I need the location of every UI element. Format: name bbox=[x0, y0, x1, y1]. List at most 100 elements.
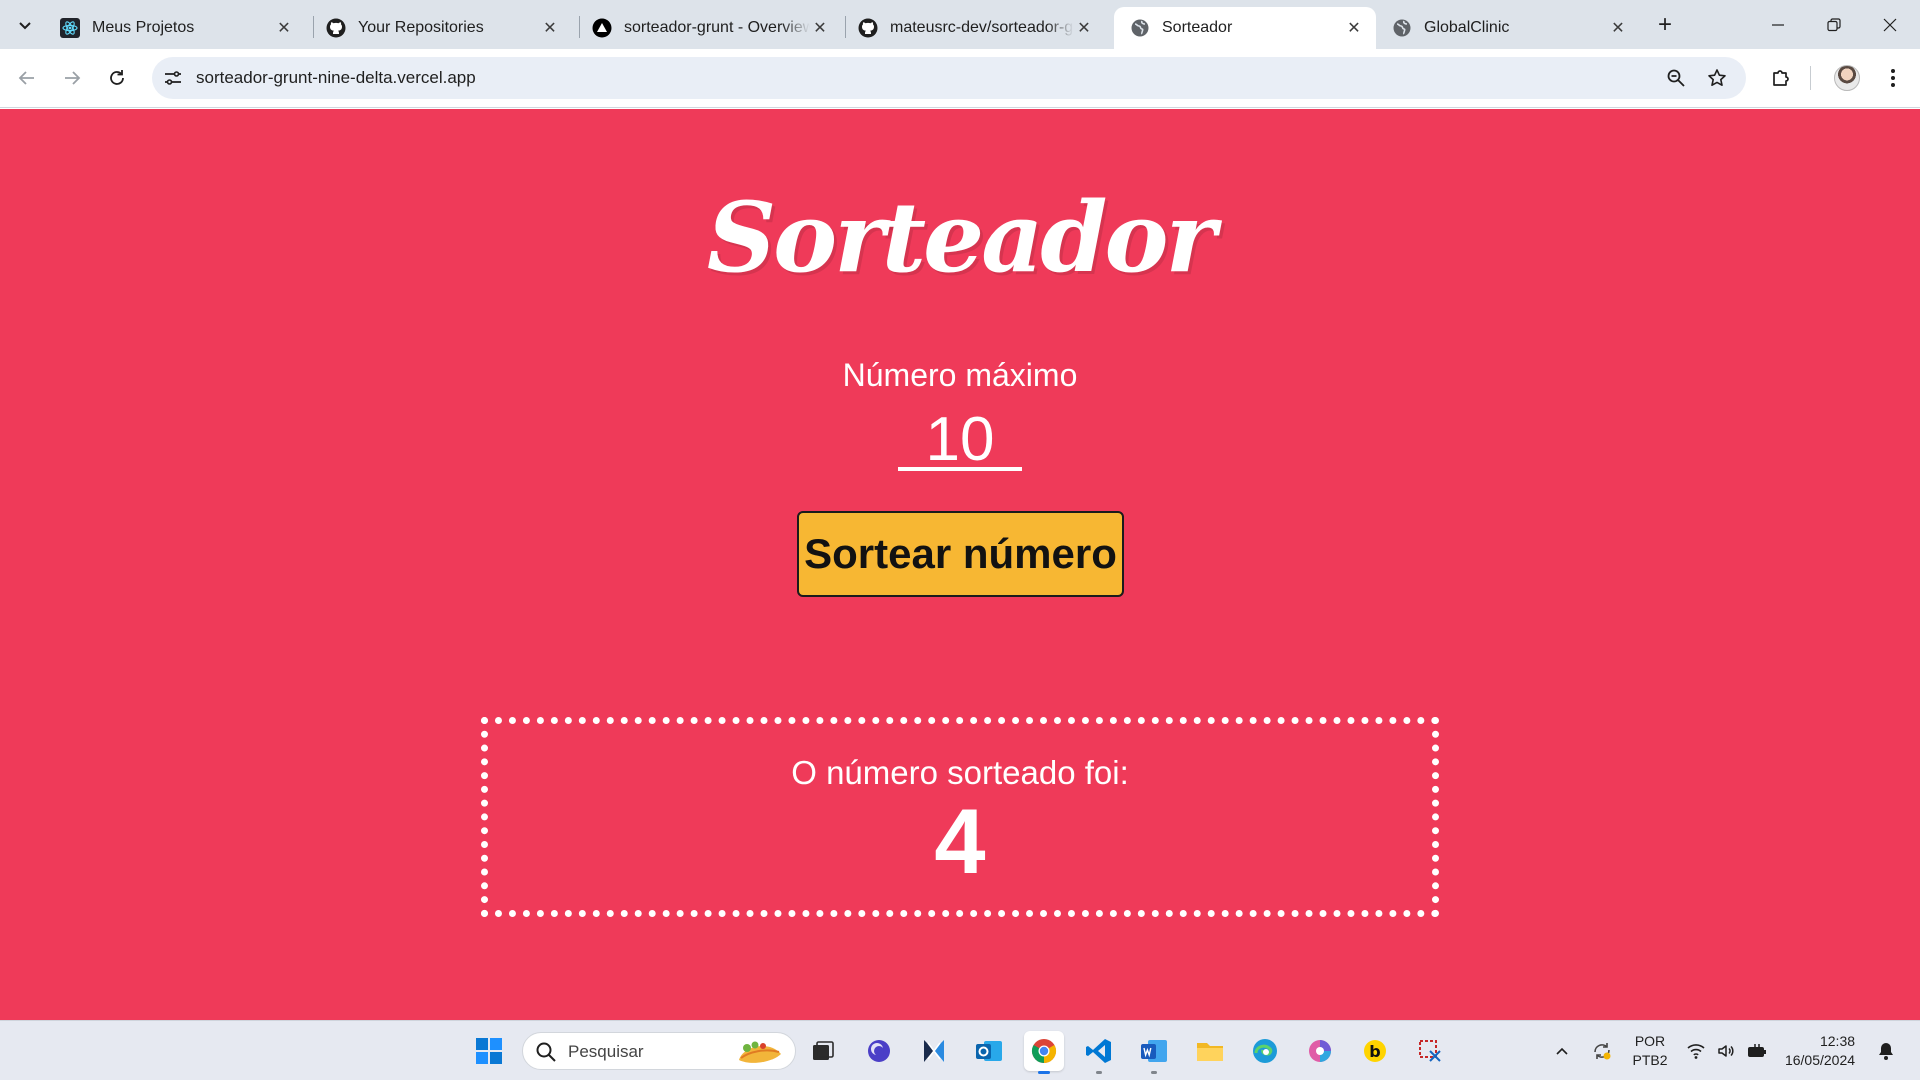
search-icon bbox=[536, 1042, 556, 1062]
extensions-button[interactable] bbox=[1764, 61, 1798, 95]
clock-date: 16/05/2024 bbox=[1784, 1052, 1856, 1068]
react-icon bbox=[60, 18, 80, 38]
arrow-right-icon bbox=[65, 71, 81, 85]
search-placeholder: Pesquisar bbox=[568, 1042, 644, 1061]
app-colorful-button[interactable] bbox=[1300, 1031, 1340, 1071]
snipping-icon bbox=[1419, 1040, 1441, 1062]
tab-title: mateusrc-dev/sorteador-grunt bbox=[890, 19, 1074, 36]
bing-b-icon: b bbox=[1364, 1040, 1386, 1062]
github-icon bbox=[858, 18, 878, 38]
chrome-button[interactable] bbox=[1024, 1031, 1064, 1074]
svg-text:b: b bbox=[1369, 1042, 1380, 1061]
taco-icon bbox=[739, 1041, 781, 1063]
file-explorer-button[interactable] bbox=[1190, 1031, 1230, 1071]
close-icon[interactable]: ✕ bbox=[1608, 18, 1628, 38]
chevron-down-icon bbox=[19, 22, 31, 30]
close-icon[interactable]: ✕ bbox=[274, 18, 294, 38]
restore-icon bbox=[1827, 17, 1841, 31]
reload-icon bbox=[110, 70, 124, 85]
tab-your-repositories[interactable]: Your Repositories ✕ bbox=[310, 7, 572, 49]
outlook-button[interactable] bbox=[969, 1031, 1009, 1071]
tab-title: Sorteador bbox=[1162, 19, 1233, 36]
vscode-button[interactable] bbox=[1079, 1031, 1119, 1074]
wifi-icon bbox=[1687, 1044, 1705, 1059]
tab-search-button[interactable] bbox=[8, 8, 42, 42]
volume-button[interactable] bbox=[1712, 1021, 1740, 1080]
result-box: O número sorteado foi: 4 bbox=[481, 717, 1439, 917]
word-icon bbox=[1141, 1040, 1167, 1062]
notifications-button[interactable] bbox=[1872, 1021, 1900, 1080]
clock[interactable]: 12:38 16/05/2024 bbox=[1780, 1021, 1860, 1080]
back-button[interactable] bbox=[10, 61, 44, 95]
vercel-icon bbox=[592, 18, 612, 38]
toolbar-divider bbox=[1810, 66, 1811, 90]
close-icon bbox=[1883, 18, 1897, 31]
more-vertical-icon bbox=[1891, 69, 1895, 87]
snipping-tool-button[interactable] bbox=[1410, 1031, 1450, 1071]
forward-button[interactable] bbox=[55, 61, 89, 95]
capcut-icon bbox=[924, 1040, 944, 1062]
app-b-button[interactable]: b bbox=[1355, 1031, 1395, 1071]
reload-button[interactable] bbox=[100, 61, 134, 95]
edge-icon bbox=[1253, 1039, 1277, 1063]
chrome-icon bbox=[1031, 1039, 1057, 1063]
tab-meus-projetos[interactable]: Meus Projetos ✕ bbox=[44, 7, 306, 49]
tab-strip: Meus Projetos ✕ Your Repositories ✕ sort… bbox=[0, 0, 1920, 49]
app-icon bbox=[868, 1040, 890, 1062]
tab-title: GlobalClinic bbox=[1424, 19, 1510, 36]
address-bar[interactable]: sorteador-grunt-nine-delta.vercel.app bbox=[152, 57, 1746, 99]
task-view-icon bbox=[813, 1041, 834, 1060]
volume-icon bbox=[1718, 1045, 1734, 1057]
sync-icon bbox=[1594, 1043, 1611, 1060]
edge-button[interactable] bbox=[1245, 1031, 1285, 1071]
max-number-label: Número máximo bbox=[842, 357, 1078, 393]
url-text[interactable]: sorteador-grunt-nine-delta.vercel.app bbox=[196, 68, 476, 88]
app-circle-button[interactable] bbox=[859, 1031, 899, 1071]
start-button[interactable] bbox=[469, 1031, 509, 1071]
close-icon[interactable]: ✕ bbox=[1344, 18, 1364, 38]
windows-icon bbox=[476, 1038, 502, 1064]
running-indicator bbox=[1151, 1071, 1157, 1074]
tab-globalclinic[interactable]: GlobalClinic ✕ bbox=[1376, 7, 1640, 49]
close-window-button[interactable] bbox=[1862, 0, 1918, 49]
tab-title: sorteador-grunt - Overview bbox=[624, 19, 810, 36]
close-icon[interactable]: ✕ bbox=[1074, 18, 1094, 38]
taskbar: Pesquisar b POR PTB2 12:38 16/05/2024 bbox=[0, 1020, 1920, 1080]
close-icon[interactable]: ✕ bbox=[540, 18, 560, 38]
task-view-button[interactable] bbox=[803, 1031, 843, 1071]
minimize-icon bbox=[1772, 23, 1784, 26]
running-indicator bbox=[1096, 1071, 1102, 1074]
tab-sorteador[interactable]: Sorteador ✕ bbox=[1114, 7, 1376, 49]
new-tab-button[interactable]: + bbox=[1651, 11, 1679, 39]
max-number-input[interactable] bbox=[898, 411, 1022, 471]
app-capcut-button[interactable] bbox=[914, 1031, 954, 1071]
draw-number-button[interactable]: Sortear número bbox=[797, 511, 1124, 597]
restore-button[interactable] bbox=[1806, 0, 1862, 49]
close-icon[interactable]: ✕ bbox=[810, 18, 830, 38]
language-indicator[interactable]: POR PTB2 bbox=[1625, 1021, 1675, 1080]
sync-tray-button[interactable] bbox=[1585, 1021, 1619, 1080]
tab-vercel-overview[interactable]: sorteador-grunt - Overview ✕ bbox=[576, 7, 842, 49]
minimize-button[interactable] bbox=[1750, 0, 1806, 49]
avatar bbox=[1834, 65, 1860, 91]
tab-title: Meus Projetos bbox=[92, 19, 195, 36]
keyboard-layout: PTB2 bbox=[1632, 1052, 1668, 1068]
site-settings-icon[interactable] bbox=[162, 67, 184, 89]
taskbar-search[interactable]: Pesquisar bbox=[522, 1032, 796, 1070]
wifi-button[interactable] bbox=[1682, 1021, 1710, 1080]
globe-icon bbox=[1392, 18, 1412, 38]
zoom-icon[interactable] bbox=[1663, 65, 1689, 91]
word-button[interactable] bbox=[1134, 1031, 1174, 1074]
bookmark-star-icon[interactable] bbox=[1704, 65, 1730, 91]
profile-button[interactable] bbox=[1830, 61, 1864, 95]
paint-icon bbox=[1309, 1040, 1331, 1062]
show-hidden-icons-button[interactable] bbox=[1548, 1021, 1576, 1080]
page-logo: Sorteador bbox=[706, 181, 1216, 294]
bell-icon bbox=[1879, 1043, 1893, 1060]
active-indicator bbox=[1038, 1071, 1050, 1074]
battery-button[interactable] bbox=[1742, 1021, 1772, 1080]
result-number: 4 bbox=[934, 791, 986, 893]
chevron-up-icon bbox=[1556, 1047, 1568, 1055]
menu-button[interactable] bbox=[1876, 61, 1910, 95]
tab-github-repo[interactable]: mateusrc-dev/sorteador-grunt ✕ bbox=[842, 7, 1106, 49]
